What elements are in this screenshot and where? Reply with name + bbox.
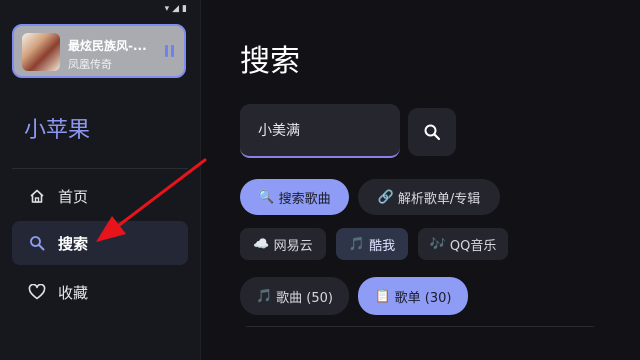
cloud-icon: ☁️: [253, 236, 270, 252]
tab-playlists[interactable]: 📋 歌单 (30): [358, 277, 468, 315]
source-chip-netease[interactable]: ☁️ 网易云: [240, 228, 326, 260]
sidebar-item-home[interactable]: 首页: [12, 174, 188, 218]
album-cover: [22, 33, 60, 71]
sidebar-item-label: 搜索: [58, 234, 89, 253]
music-notes-icon: 🎶: [429, 236, 446, 252]
search-input[interactable]: [256, 121, 390, 139]
chip-label: 网易云: [273, 238, 313, 254]
page-title: 搜索: [240, 44, 300, 79]
now-playing-title: 最炫民族风-...: [68, 39, 147, 53]
search-icon: [28, 234, 46, 252]
heart-icon: [28, 283, 46, 301]
content-divider: [246, 326, 594, 327]
chip-label: QQ音乐: [449, 238, 497, 254]
parse-playlist-chip[interactable]: 🔗 解析歌单/专辑: [358, 179, 500, 215]
now-playing-artist: 凤凰传奇: [68, 58, 112, 71]
sidebar-item-label: 首页: [58, 187, 89, 206]
link-icon: 🔗: [377, 189, 394, 205]
app-brand: 小苹果: [24, 118, 91, 143]
chip-label: 解析歌单/专辑: [397, 191, 481, 207]
magnifier-icon: 🔍: [258, 189, 275, 205]
source-chip-kuwo[interactable]: 🎵 酷我: [336, 228, 408, 260]
search-icon: [424, 124, 441, 141]
search-button[interactable]: [408, 108, 456, 156]
home-icon: [28, 187, 46, 205]
music-note-icon: 🎵: [255, 288, 273, 304]
sidebar: ▾◢▮ 最炫民族风-... 凤凰传奇 小苹果 首页 搜索 收藏: [0, 0, 201, 360]
source-chip-qq[interactable]: 🎶 QQ音乐: [418, 228, 508, 260]
pause-icon[interactable]: [165, 45, 174, 57]
tab-label: 歌单 (30): [394, 290, 452, 306]
chip-label: 搜索歌曲: [278, 191, 331, 207]
chip-label: 酷我: [369, 238, 396, 254]
search-field[interactable]: [240, 104, 400, 158]
sidebar-divider: [12, 168, 188, 169]
sidebar-item-search[interactable]: 搜索: [12, 221, 188, 265]
tab-songs[interactable]: 🎵 歌曲 (50): [240, 277, 349, 315]
sidebar-item-favorites[interactable]: 收藏: [12, 270, 188, 314]
now-playing-card[interactable]: 最炫民族风-... 凤凰传奇: [12, 24, 186, 78]
clipboard-icon: 📋: [374, 288, 391, 304]
sidebar-item-label: 收藏: [58, 283, 89, 302]
music-note-icon: 🎵: [348, 236, 366, 252]
search-songs-chip[interactable]: 🔍 搜索歌曲: [240, 179, 349, 215]
tab-label: 歌曲 (50): [276, 290, 333, 306]
status-bar-icons: ▾◢▮: [164, 4, 190, 14]
